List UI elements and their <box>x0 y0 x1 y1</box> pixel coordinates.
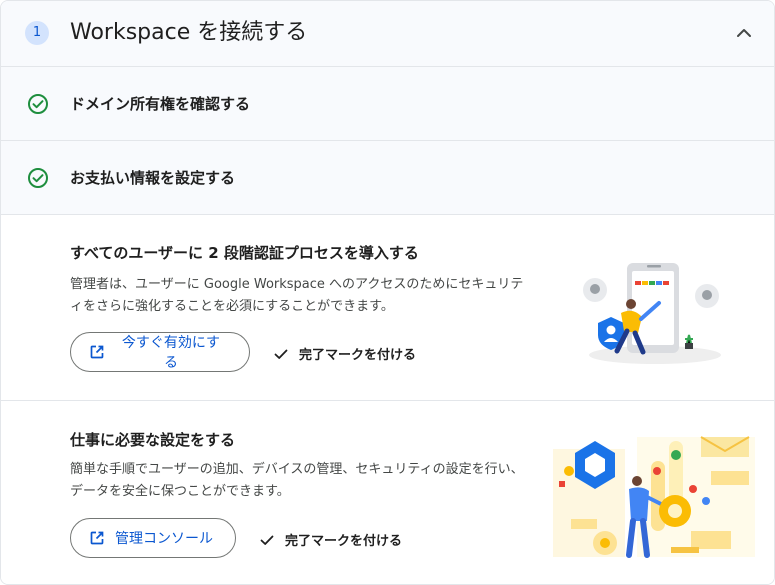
open-in-new-icon <box>90 345 104 359</box>
section-title: Workspace を接続する <box>70 20 308 45</box>
task-title: 仕事に必要な設定をする <box>70 431 236 449</box>
security-illustration <box>583 263 721 364</box>
check-circle-icon <box>28 94 48 114</box>
enable-now-label: 今すぐ有効にする <box>121 335 221 371</box>
setup-card: 1 Workspace を接続する ドメイン所有権を確認する お支払い情報を設定… <box>0 0 775 585</box>
chevron-up-icon[interactable] <box>734 23 754 43</box>
completed-step-row[interactable]: ドメイン所有権を確認する <box>1 67 774 141</box>
task-title: すべてのユーザーに 2 段階認証プロセスを導入する <box>70 244 419 262</box>
completed-step-label: ドメイン所有権を確認する <box>70 95 251 113</box>
check-circle-icon <box>28 168 48 188</box>
task-description: 管理者は、ユーザーに Google Workspace へのアクセスのためにセキ… <box>70 277 524 314</box>
admin-console-label: 管理コンソール <box>115 531 213 547</box>
workspace-setup-illustration <box>553 436 755 558</box>
step-number-badge: 1 <box>25 21 49 45</box>
mark-complete-button[interactable]: 完了マークを付ける <box>259 530 402 549</box>
enable-now-button[interactable]: 今すぐ有効にする <box>70 332 250 372</box>
mark-complete-label: 完了マークを付ける <box>299 348 417 363</box>
admin-console-button[interactable]: 管理コンソール <box>70 518 236 558</box>
completed-step-label: お支払い情報を設定する <box>70 169 236 187</box>
mark-complete-button[interactable]: 完了マークを付ける <box>273 344 416 363</box>
section-header[interactable]: 1 Workspace を接続する <box>1 1 774 67</box>
open-in-new-icon <box>90 531 104 545</box>
check-icon <box>274 349 288 359</box>
task-configure-workspace: 仕事に必要な設定をする 簡単な手順でユーザーの追加、デバイスの管理、セキュリティ… <box>1 401 774 584</box>
completed-step-row[interactable]: お支払い情報を設定する <box>1 141 774 215</box>
task-description: 簡単な手順でユーザーの追加、デバイスの管理、セキュリティの設定を行い、データを安… <box>70 462 524 499</box>
mark-complete-label: 完了マークを付ける <box>285 534 403 549</box>
check-icon <box>260 535 274 545</box>
task-two-step-verification: すべてのユーザーに 2 段階認証プロセスを導入する 管理者は、ユーザーに Goo… <box>1 215 774 401</box>
